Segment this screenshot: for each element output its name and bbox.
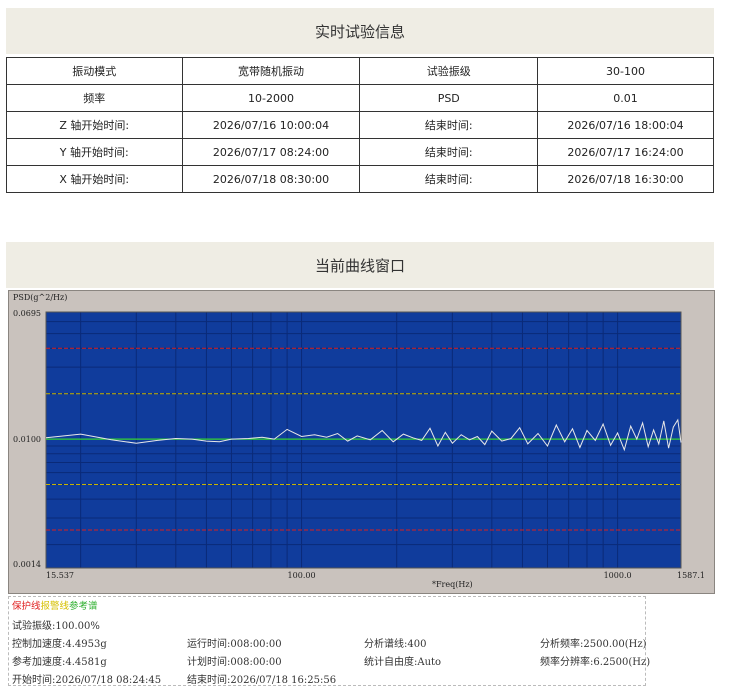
stat-run-time: 运行时间:008:00:00 [187, 639, 282, 650]
info-value-cell: 2026/07/16 10:00:04 [181, 111, 361, 139]
curve-window-title: 当前曲线窗口 [314, 256, 405, 275]
test-info-table: 振动模式 宽带随机振动 试验振级 30-100 频率 10-2000 PSD 0.01 Z 轴开… [6, 57, 714, 193]
x-tick-label: 15.537 [46, 571, 74, 580]
legend-reference-line: 参考谱 [69, 601, 98, 612]
y-tick-label: 0.0695 [13, 309, 41, 318]
info-label-cell: 结束时间: [359, 165, 539, 193]
x-tick-label: 1000.0 [604, 571, 632, 580]
info-row: 频率 10-2000 PSD 0.01 [6, 84, 714, 112]
info-value-cell: 10-2000 [181, 84, 361, 112]
stat-spectral-lines: 分析谱线:400 [364, 639, 427, 650]
stat-end-time: 结束时间:2026/07/18 16:25:56 [187, 675, 337, 686]
curve-window-header: 当前曲线窗口 [6, 242, 714, 288]
info-value-cell: 2026/07/17 16:24:00 [537, 138, 714, 166]
status-panel: 保护线报警线参考谱 试验振级:100.00% 控制加速度:4.4953g 运行时… [8, 596, 650, 686]
info-label-cell: 试验振级 [359, 57, 539, 85]
x-tick-label: 100.00 [288, 571, 316, 580]
x-tick-label: 1587.1 [677, 571, 705, 580]
info-label-cell: PSD [359, 84, 539, 112]
info-value-cell: 2026/07/16 18:00:04 [537, 111, 714, 139]
info-label-cell: 结束时间: [359, 138, 539, 166]
info-label-cell: Z 轴开始时间: [6, 111, 183, 139]
stat-control-accel: 控制加速度:4.4953g [12, 639, 107, 650]
info-label-cell: X 轴开始时间: [6, 165, 183, 193]
stat-plan-time: 计划时间:008:00:00 [187, 657, 282, 668]
legend-warning-line: 报警线 [40, 601, 70, 612]
curve-legend: 保护线报警线参考谱 [12, 598, 98, 612]
realtime-info-title: 实时试验信息 [314, 22, 405, 41]
stat-dof: 统计自由度:Auto [364, 657, 442, 668]
psd-plot-frame: PSD(g^2/Hz) *Freq(Hz) 0.0695 0.0100 0.0014 15… [8, 290, 715, 594]
info-label-cell: Y 轴开始时间: [6, 138, 183, 166]
stat-analysis-freq: 分析频率:2500.00(Hz) [540, 639, 647, 650]
info-value-cell: 30-100 [537, 57, 714, 85]
info-label-cell: 振动模式 [6, 57, 183, 85]
info-value-cell: 2026/07/17 08:24:00 [181, 138, 361, 166]
info-value-cell: 2026/07/18 16:30:00 [537, 165, 714, 193]
realtime-info-header: 实时试验信息 [6, 8, 714, 54]
legend-abort-line: 保护线 [12, 601, 41, 612]
stat-reference-accel: 参考加速度:4.4581g [12, 657, 107, 668]
x-axis-label: *Freq(Hz) [432, 580, 473, 589]
info-row: 振动模式 宽带随机振动 试验振级 30-100 [6, 57, 714, 85]
stat-start-time: 开始时间:2026/07/18 08:24:45 [12, 675, 162, 686]
info-label-cell: 频率 [6, 84, 183, 112]
info-row: Z 轴开始时间: 2026/07/16 10:00:04 结束时间: 2026/07/… [6, 111, 714, 139]
stat-freq-resolution: 频率分辨率:6.2500(Hz) [540, 657, 651, 668]
stat-test-level: 试验振级:100.00% [12, 621, 100, 632]
y-axis-label: PSD(g^2/Hz) [13, 293, 67, 302]
info-row: Y 轴开始时间: 2026/07/17 08:24:00 结束时间: 2026/07/… [6, 138, 714, 166]
info-value-cell: 2026/07/18 08:30:00 [181, 165, 361, 193]
info-value-cell: 0.01 [537, 84, 714, 112]
y-tick-label: 0.0100 [13, 435, 41, 444]
info-row: X 轴开始时间: 2026/07/18 08:30:00 结束时间: 2026/07/… [6, 165, 714, 193]
psd-chart: PSD(g^2/Hz) *Freq(Hz) 0.0695 0.0100 0.0014 15… [13, 293, 705, 589]
plot-area [46, 312, 681, 568]
y-tick-label: 0.0014 [13, 560, 41, 569]
info-label-cell: 结束时间: [359, 111, 539, 139]
info-value-cell: 宽带随机振动 [181, 57, 361, 85]
